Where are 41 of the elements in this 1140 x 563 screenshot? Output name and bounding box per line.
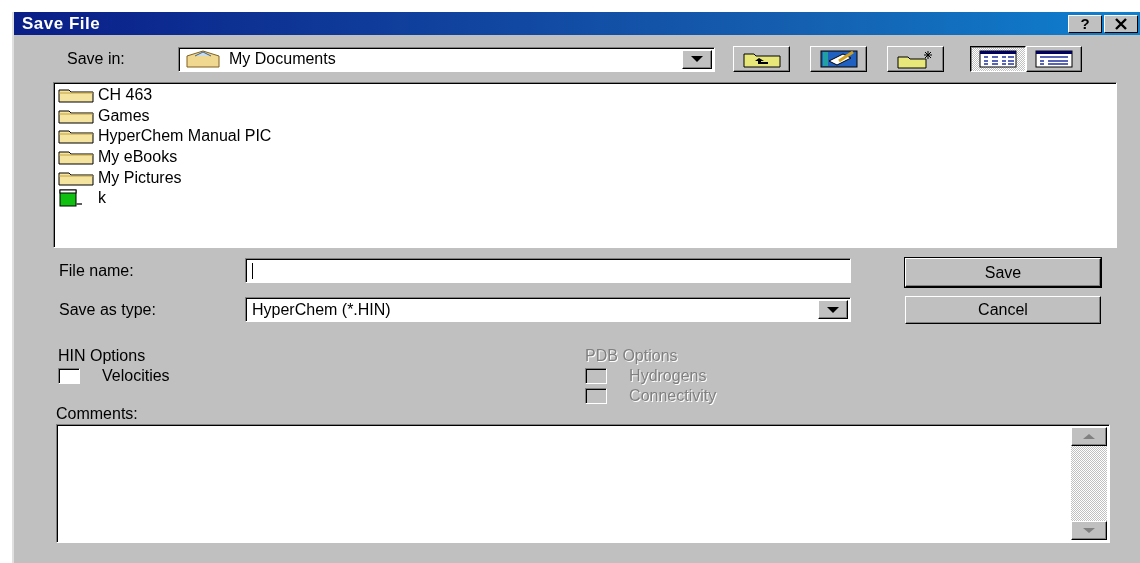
close-button[interactable] xyxy=(1104,14,1138,33)
details-view-icon xyxy=(1034,49,1074,69)
comments-label: Comments: xyxy=(55,404,139,424)
close-icon xyxy=(1114,17,1128,30)
help-button[interactable]: ? xyxy=(1068,14,1102,33)
cancel-button[interactable]: Cancel xyxy=(905,296,1101,324)
desktop-button[interactable] xyxy=(810,46,867,72)
up-folder-icon xyxy=(741,50,782,68)
file-list-item[interactable]: HyperChem Manual PIC xyxy=(58,126,1112,147)
comments-field[interactable] xyxy=(56,424,1110,543)
details-view-button[interactable] xyxy=(1026,46,1082,72)
options-heading: HIN Options xyxy=(58,346,147,366)
file-name-label: File name: xyxy=(58,261,135,280)
file-list-item[interactable]: k xyxy=(58,187,1112,209)
file-list-item[interactable]: My eBooks xyxy=(58,146,1112,168)
options-heading: PDB Options xyxy=(585,346,679,366)
save-as-type-label: Save as type: xyxy=(58,300,157,319)
list-view-button[interactable] xyxy=(970,46,1026,72)
save-in-dropdown[interactable]: My Documents xyxy=(178,46,715,72)
file-name-field[interactable] xyxy=(245,258,851,283)
folder-icon xyxy=(58,107,94,124)
save-as-type-dropdown[interactable]: HyperChem (*.HIN) xyxy=(245,297,851,322)
window-title: Save File xyxy=(22,13,101,34)
folder-icon xyxy=(58,128,94,145)
option-checkbox[interactable]: Velocities xyxy=(58,366,586,386)
desktop-pencil-icon xyxy=(818,49,859,69)
folder-icon xyxy=(58,169,94,186)
folder-icon xyxy=(58,87,94,104)
folder-icon xyxy=(185,49,221,69)
scrollbar[interactable] xyxy=(1071,427,1107,540)
scroll-up-icon xyxy=(1071,427,1107,446)
file-list-item[interactable]: My Pictures xyxy=(58,167,1112,188)
save-in-label: Save in: xyxy=(66,50,126,68)
scroll-down-icon xyxy=(1071,521,1107,540)
new-folder-button[interactable] xyxy=(887,46,944,72)
save-button[interactable]: Save xyxy=(905,258,1101,287)
file-list-item[interactable]: Games xyxy=(58,105,1112,127)
list-view-icon xyxy=(978,49,1018,69)
up-folder-button[interactable] xyxy=(733,46,790,72)
folder-icon xyxy=(58,149,94,166)
file-list-item[interactable]: CH 463 xyxy=(58,85,1112,106)
